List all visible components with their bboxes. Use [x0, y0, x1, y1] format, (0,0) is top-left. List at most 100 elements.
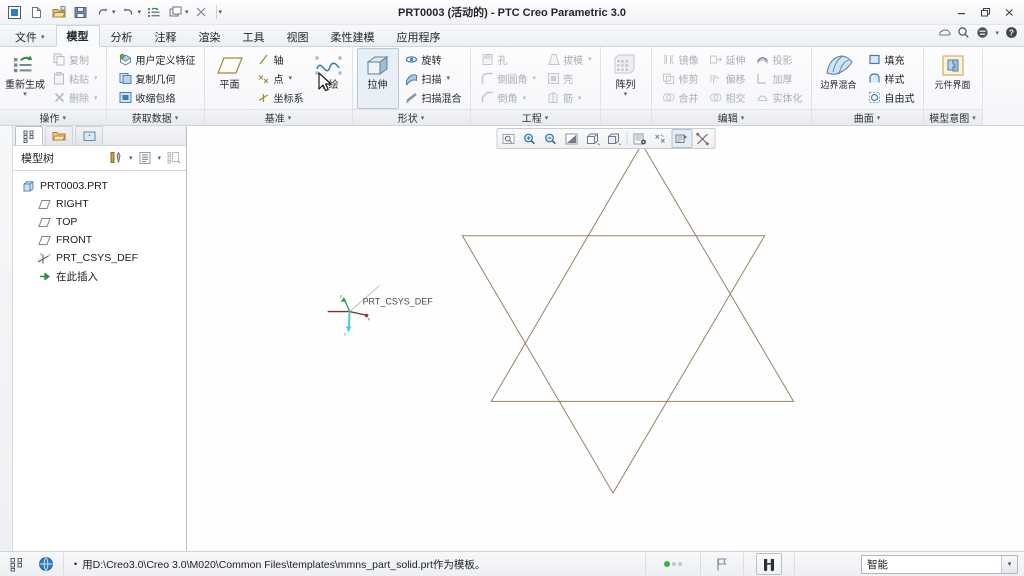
filter-tools-button[interactable] — [107, 149, 126, 168]
copy-button[interactable]: 复制 — [48, 50, 102, 69]
draft-button[interactable]: 拔模 ▾ — [542, 50, 596, 69]
new-file-icon[interactable] — [26, 2, 47, 23]
chevron-down-icon[interactable]: ▾ — [1001, 555, 1017, 573]
annotation-display-button[interactable] — [671, 129, 692, 148]
thicken-button[interactable]: 加厚 — [752, 69, 807, 88]
swept-blend-button[interactable]: 扫描混合 — [401, 88, 466, 107]
display-style-button[interactable] — [582, 129, 603, 148]
group-label-get-data[interactable]: 获取数据 ▾ — [106, 109, 204, 125]
chevron-down-icon[interactable]: ▾ — [533, 74, 537, 82]
tab-view[interactable]: 视图 — [276, 26, 320, 47]
redo-icon[interactable] — [118, 2, 139, 23]
boundary-blend-button[interactable]: 边界混合 — [816, 48, 862, 109]
mirror-button[interactable]: 镜像 — [658, 50, 703, 69]
help-icon[interactable]: ? — [1005, 26, 1018, 39]
saved-orientations-button[interactable] — [603, 129, 624, 148]
chamfer-button[interactable]: 倒角 ▾ — [477, 88, 541, 107]
graphics-window[interactable]: y x z PRT_CSYS_DEF — [187, 126, 1024, 551]
datum-plane-button[interactable]: 平面 — [209, 48, 251, 109]
datum-csys-button[interactable]: 坐标系 — [253, 88, 308, 107]
pattern-button[interactable]: 阵列 ▾ — [605, 48, 647, 109]
tree-settings-button[interactable] — [135, 149, 154, 168]
datum-display-button[interactable] — [650, 129, 671, 148]
model-wireframe-view[interactable]: y x z PRT_CSYS_DEF — [187, 126, 1024, 531]
solidify-button[interactable]: 实体化 — [752, 88, 807, 107]
tree-settings-caret[interactable]: ▾ — [156, 154, 162, 162]
group-label-editing[interactable]: 编辑 ▾ — [651, 109, 811, 125]
model-tree-toggle[interactable] — [4, 553, 30, 575]
tree-node-front-plane[interactable]: FRONT — [13, 231, 186, 249]
chevron-down-icon[interactable]: ▾ — [94, 74, 98, 82]
model-tree-tab[interactable] — [15, 126, 43, 145]
round-button[interactable]: 倒圆角 ▾ — [477, 69, 541, 88]
freestyle-button[interactable]: 自由式 — [864, 88, 919, 107]
tree-node-top-plane[interactable]: TOP — [13, 213, 186, 231]
search-icon[interactable] — [957, 26, 970, 39]
chevron-down-icon[interactable]: ▾ — [289, 74, 293, 82]
tab-flexible-modeling[interactable]: 柔性建模 — [320, 26, 386, 47]
trim-button[interactable]: 修剪 — [658, 69, 703, 88]
delete-button[interactable]: 删除 ▾ — [48, 88, 102, 107]
tab-annotate[interactable]: 注释 — [144, 26, 188, 47]
flag-button[interactable] — [709, 553, 735, 575]
tab-render[interactable]: 渲染 — [188, 26, 232, 47]
redo-caret[interactable]: ▾ — [138, 8, 142, 16]
undo-caret[interactable]: ▾ — [112, 8, 116, 16]
hole-button[interactable]: 孔 — [477, 50, 541, 69]
user-defined-feature-button[interactable]: 用户定义特征 — [115, 50, 200, 69]
group-label-engineering[interactable]: 工程 ▾ — [470, 109, 600, 125]
sweep-button[interactable]: 扫描 ▾ — [401, 69, 466, 88]
restore-button[interactable] — [974, 3, 996, 21]
window-caret[interactable]: ▾ — [185, 8, 189, 16]
close-window-icon[interactable] — [191, 2, 212, 23]
chevron-down-icon[interactable]: ▾ — [624, 91, 628, 98]
chevron-down-icon[interactable]: ▾ — [578, 94, 582, 102]
account-icon[interactable] — [976, 26, 989, 39]
shell-button[interactable]: 壳 — [542, 69, 596, 88]
component-interface-button[interactable]: 元件界面 — [930, 48, 976, 109]
tab-model[interactable]: 模型 — [55, 25, 100, 47]
refit-button[interactable] — [498, 129, 519, 148]
view-manager-button[interactable] — [629, 129, 650, 148]
datum-axis-button[interactable]: 轴 — [253, 50, 308, 69]
cloud-icon[interactable] — [938, 27, 952, 38]
tree-node-insert-here[interactable]: 在此插入 — [13, 267, 186, 285]
spin-center-button[interactable] — [692, 129, 713, 148]
datum-point-button[interactable]: 点 ▾ — [253, 69, 308, 88]
sketch-button[interactable]: 草绘 — [310, 48, 348, 109]
regenerate-button[interactable]: 重新生成 ▾ — [4, 48, 46, 109]
chevron-down-icon[interactable]: ▾ — [588, 55, 592, 63]
project-button[interactable]: 投影 — [752, 50, 807, 69]
tree-node-right-plane[interactable]: RIGHT — [13, 195, 186, 213]
open-file-icon[interactable] — [48, 2, 69, 23]
group-label-surfaces[interactable]: 曲面 ▾ — [811, 109, 923, 125]
group-label-shapes[interactable]: 形状 ▾ — [352, 109, 470, 125]
account-caret-icon[interactable]: ▾ — [995, 29, 999, 37]
window-switch-icon[interactable] — [165, 2, 186, 23]
save-icon[interactable] — [70, 2, 91, 23]
revolve-button[interactable]: 旋转 — [401, 50, 466, 69]
chevron-down-icon[interactable]: ▾ — [523, 94, 527, 102]
favorites-tab[interactable] — [75, 126, 103, 145]
group-label-model-intent[interactable]: 模型意图 ▾ — [923, 109, 982, 125]
intersect-button[interactable]: 相交 — [705, 88, 750, 107]
tree-node-csys[interactable]: zy x PRT_CSYS_DEF — [13, 249, 186, 267]
offset-button[interactable]: 偏移 — [705, 69, 750, 88]
minimize-button[interactable] — [950, 3, 972, 21]
zoom-in-button[interactable] — [519, 129, 540, 148]
merge-button[interactable]: 合并 — [658, 88, 703, 107]
fill-button[interactable]: 填充 — [864, 50, 919, 69]
browser-toggle[interactable] — [33, 553, 59, 575]
tree-columns-button[interactable] — [164, 149, 183, 168]
shrinkwrap-button[interactable]: 收缩包络 — [115, 88, 200, 107]
search-button[interactable] — [756, 553, 782, 575]
group-label-operations[interactable]: 操作 ▾ — [0, 109, 106, 125]
folder-browser-tab[interactable] — [45, 126, 73, 145]
zoom-out-button[interactable] — [540, 129, 561, 148]
creo-app-icon[interactable] — [4, 2, 25, 23]
selection-filter-select[interactable]: 智能 ▾ — [861, 554, 1018, 574]
tab-tools[interactable]: 工具 — [232, 26, 276, 47]
extend-button[interactable]: 延伸 — [705, 50, 750, 69]
qat-overflow-caret[interactable]: ▾ — [219, 8, 223, 16]
chevron-down-icon[interactable]: ▾ — [23, 91, 27, 98]
